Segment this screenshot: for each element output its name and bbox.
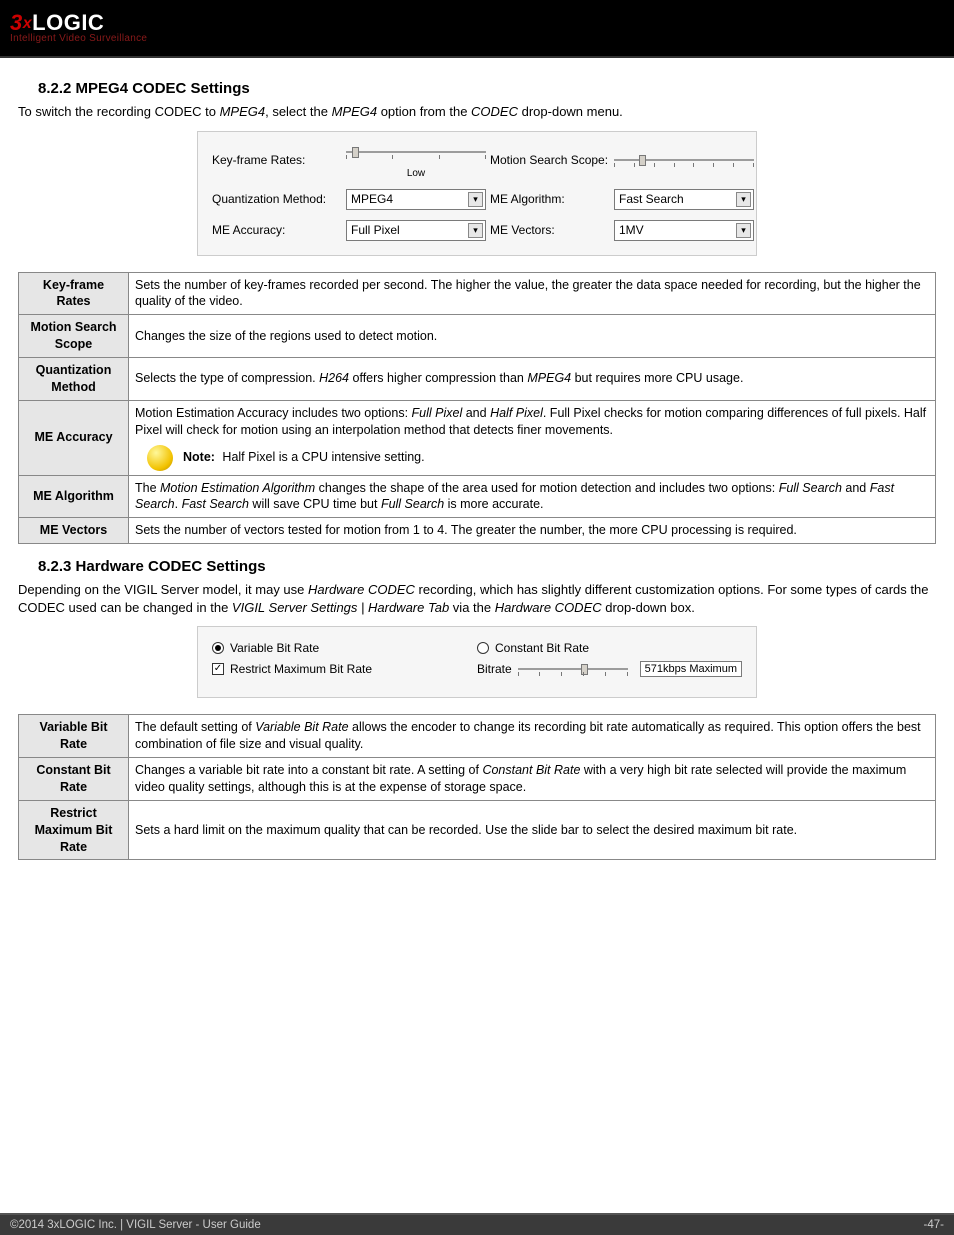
quantization-method-dropdown[interactable]: MPEG4 [346,189,486,210]
hardware-codec-panel: Variable Bit Rate Constant Bit Rate Rest… [197,626,757,698]
term-motion-search-scope: Motion Search Scope [19,315,129,358]
page-content: 8.2.2 MPEG4 CODEC Settings To switch the… [0,58,954,914]
quantization-method-value: MPEG4 [351,192,393,206]
desc-keyframe-rates: Sets the number of key-frames recorded p… [129,272,936,315]
desc-variable-bit-rate: The default setting of Variable Bit Rate… [129,715,936,758]
me-vectors-value: 1MV [619,223,644,237]
note-label: Note: [183,450,215,464]
page-header: 3xLOGIC Intelligent Video Surveillance [0,0,954,58]
me-accuracy-dropdown[interactable]: Full Pixel [346,220,486,241]
table-row: Quantization Method Selects the type of … [19,358,936,401]
table-row: Restrict Maximum Bit Rate Sets a hard li… [19,800,936,860]
section-823-intro: Depending on the VIGIL Server model, it … [18,581,936,616]
table-row: ME Vectors Sets the number of vectors te… [19,518,936,544]
term-variable-bit-rate: Variable Bit Rate [19,715,129,758]
page-footer: ©2014 3xLOGIC Inc. | VIGIL Server - User… [0,1213,954,1235]
variable-bit-rate-label: Variable Bit Rate [230,641,319,655]
me-algorithm-dropdown[interactable]: Fast Search [614,189,754,210]
codec-settings-table: Key-frame Rates Sets the number of key-f… [18,272,936,545]
note-text: Half Pixel is a CPU intensive setting. [219,450,425,464]
logo-x: x [23,15,32,32]
me-accuracy-value: Full Pixel [351,223,400,237]
term-me-vectors: ME Vectors [19,518,129,544]
lightbulb-icon [147,445,173,471]
hardware-codec-table: Variable Bit Rate The default setting of… [18,714,936,860]
motion-search-scope-label: Motion Search Scope: [490,153,610,167]
section-823-title: 8.2.3 Hardware CODEC Settings [38,558,936,575]
term-keyframe-rates: Key-frame Rates [19,272,129,315]
chevron-down-icon [468,223,483,238]
keyframe-rates-label: Key-frame Rates: [212,153,342,167]
section-822-intro: To switch the recording CODEC to MPEG4, … [18,103,936,121]
term-restrict-max-bit-rate: Restrict Maximum Bit Rate [19,800,129,860]
section-822-title: 8.2.2 MPEG4 CODEC Settings [38,80,936,97]
keyframe-slider-caption: Low [346,168,486,179]
term-me-algorithm: ME Algorithm [19,475,129,518]
constant-bit-rate-radio[interactable] [477,642,489,654]
chevron-down-icon [736,192,751,207]
motion-search-scope-slider[interactable] [614,150,754,170]
me-vectors-dropdown[interactable]: 1MV [614,220,754,241]
me-algorithm-label: ME Algorithm: [490,192,610,206]
me-vectors-label: ME Vectors: [490,223,610,237]
logo-tagline: Intelligent Video Surveillance [10,34,147,44]
quantization-method-label: Quantization Method: [212,192,342,206]
me-algorithm-value: Fast Search [619,192,684,206]
constant-bit-rate-label: Constant Bit Rate [495,641,589,655]
logo-3: 3 [10,10,23,35]
restrict-max-bitrate-label: Restrict Maximum Bit Rate [230,662,372,676]
bitrate-value: 571kbps Maximum [640,661,742,677]
logo: 3xLOGIC Intelligent Video Surveillance [10,12,147,44]
table-row: Key-frame Rates Sets the number of key-f… [19,272,936,315]
footer-left: ©2014 3xLOGIC Inc. | VIGIL Server - User… [10,1219,261,1231]
desc-me-algorithm: The Motion Estimation Algorithm changes … [129,475,936,518]
table-row: Constant Bit Rate Changes a variable bit… [19,758,936,801]
logo-name: LOGIC [32,10,104,35]
variable-bit-rate-radio[interactable] [212,642,224,654]
footer-page-number: -47- [924,1219,944,1231]
table-row: Variable Bit Rate The default setting of… [19,715,936,758]
term-me-accuracy: ME Accuracy [19,400,129,475]
desc-constant-bit-rate: Changes a variable bit rate into a const… [129,758,936,801]
chevron-down-icon [736,223,751,238]
note-row: Note: Half Pixel is a CPU intensive sett… [135,445,929,471]
keyframe-rates-slider[interactable] [346,142,486,162]
desc-me-vectors: Sets the number of vectors tested for mo… [129,518,936,544]
desc-restrict-max-bit-rate: Sets a hard limit on the maximum quality… [129,800,936,860]
chevron-down-icon [468,192,483,207]
term-constant-bit-rate: Constant Bit Rate [19,758,129,801]
term-quantization-method: Quantization Method [19,358,129,401]
bitrate-slider[interactable] [518,659,628,679]
desc-me-accuracy: Motion Estimation Accuracy includes two … [129,400,936,475]
table-row: Motion Search Scope Changes the size of … [19,315,936,358]
table-row: ME Algorithm The Motion Estimation Algor… [19,475,936,518]
bitrate-label: Bitrate [477,662,512,676]
table-row: ME Accuracy Motion Estimation Accuracy i… [19,400,936,475]
codec-settings-panel: Key-frame Rates: Low Motion Search Scope… [197,131,757,256]
desc-quantization-method: Selects the type of compression. H264 of… [129,358,936,401]
desc-motion-search-scope: Changes the size of the regions used to … [129,315,936,358]
restrict-max-bitrate-checkbox[interactable] [212,663,224,675]
me-accuracy-label: ME Accuracy: [212,223,342,237]
